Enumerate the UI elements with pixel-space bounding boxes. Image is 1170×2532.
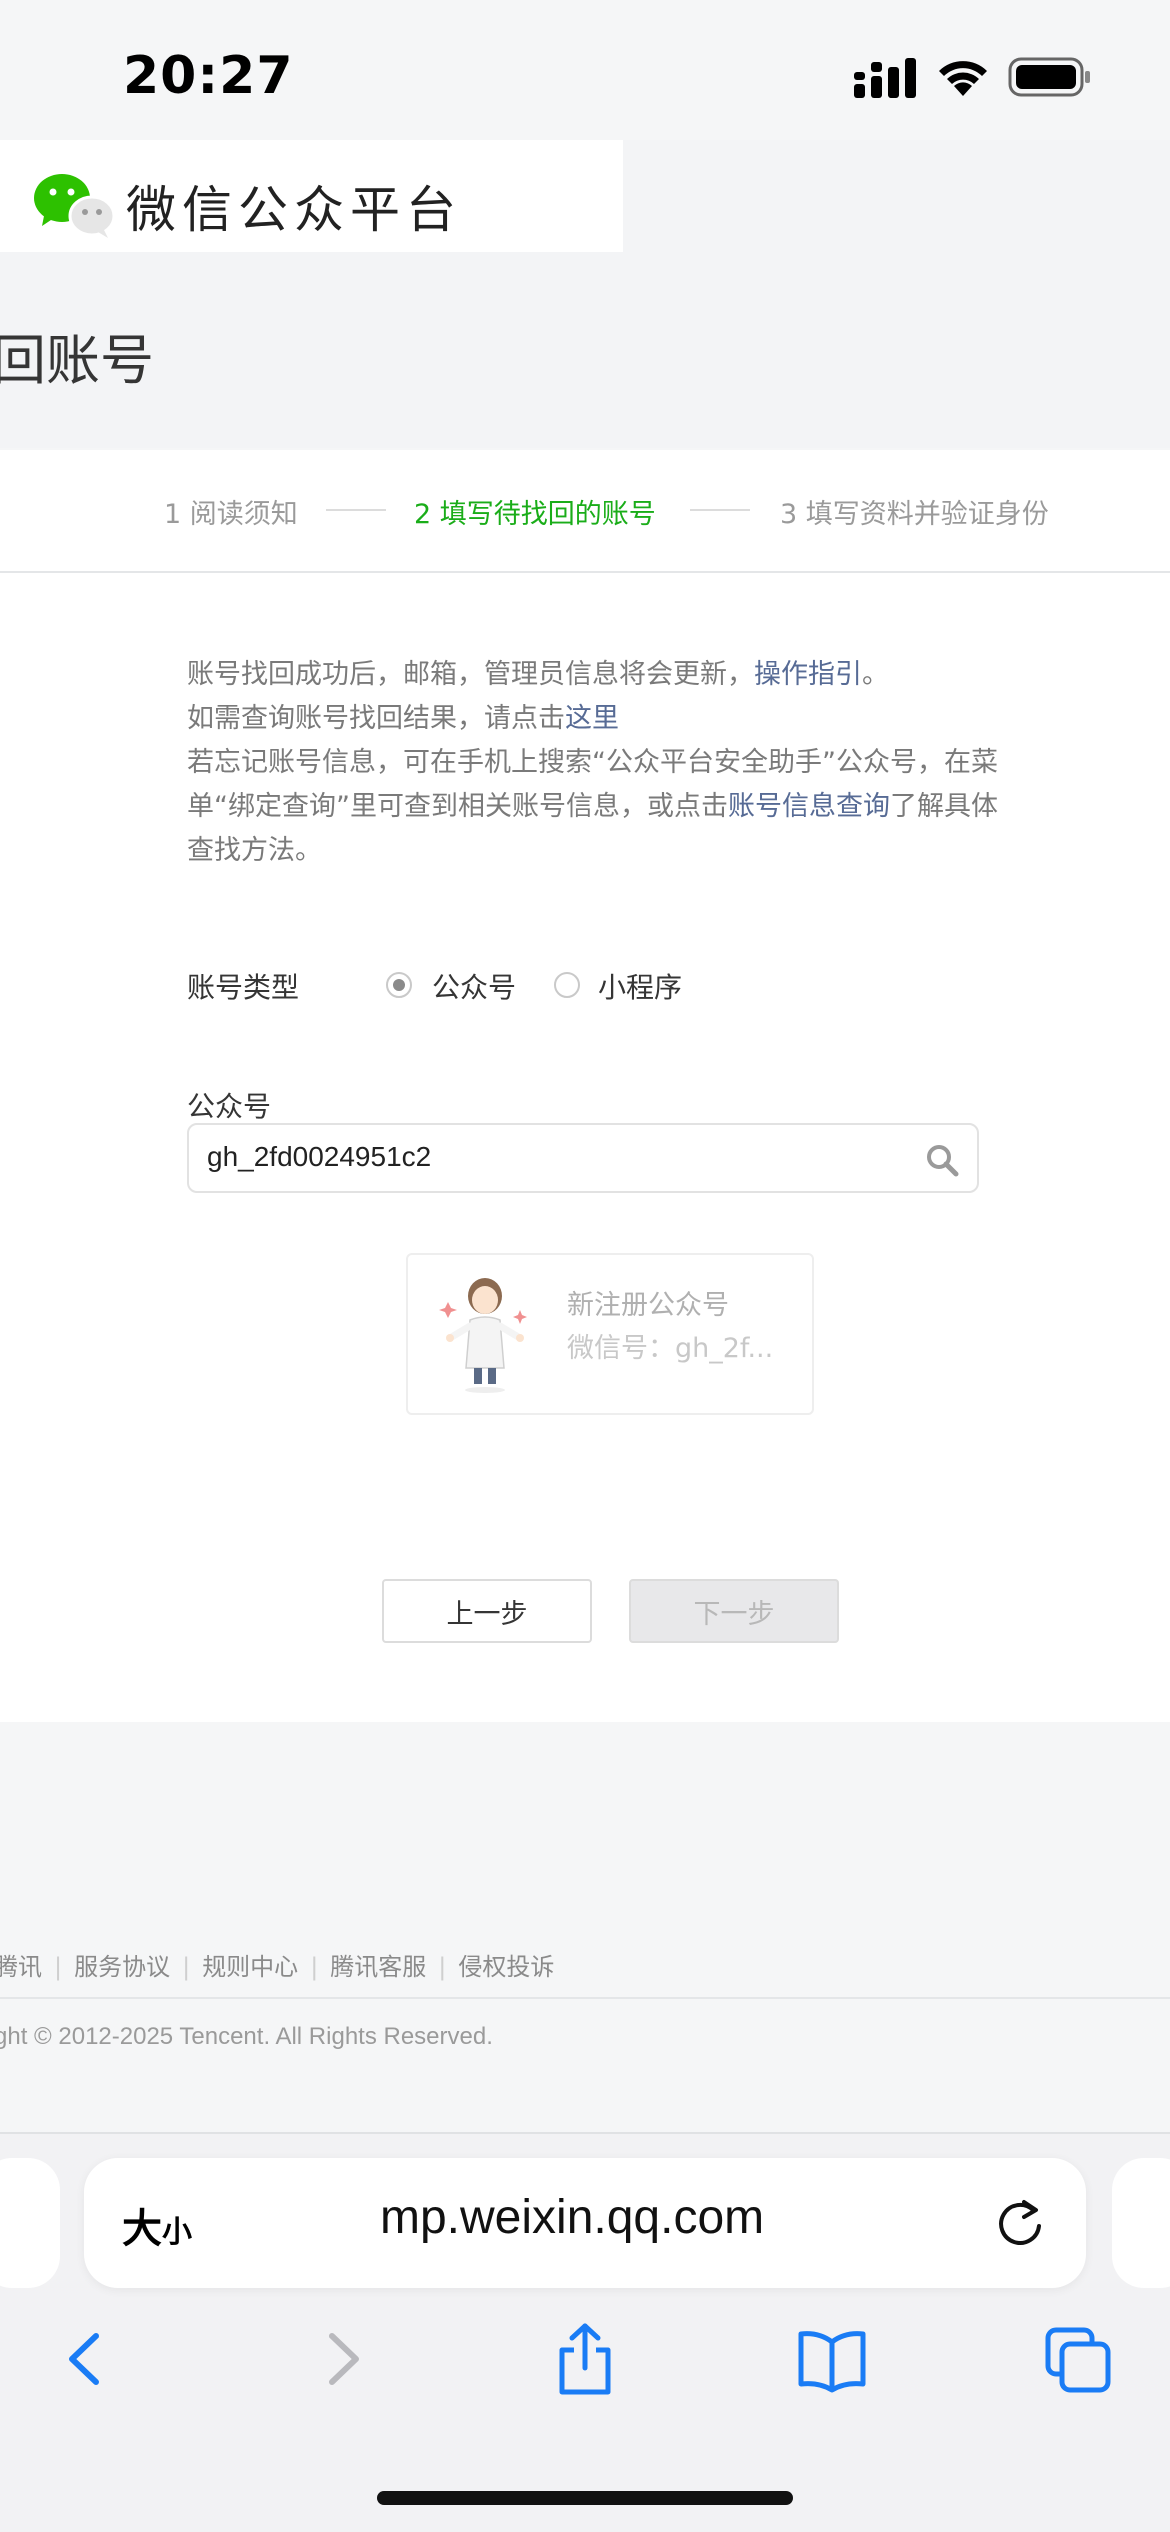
notice-line-3: 若忘记账号信息，可在手机上搜索“公众平台安全助手”公众号，在菜单“绑定查询”里可… xyxy=(187,741,1017,873)
avatar xyxy=(439,1278,527,1393)
text-size-small-glyph: 小 xyxy=(162,2215,192,2250)
radio-official-account[interactable] xyxy=(386,972,412,998)
reload-icon[interactable] xyxy=(993,2196,1047,2250)
battery-icon xyxy=(1008,57,1090,97)
page-title: 回账号 xyxy=(0,329,154,392)
radio-selected-dot xyxy=(393,979,405,991)
step-connector xyxy=(326,509,386,511)
site-title[interactable]: 微信公众平台 xyxy=(126,170,462,242)
footer-link-customer-service[interactable]: 腾讯客服 xyxy=(330,1953,426,1981)
notice-text: 如需查询账号找回结果，请点击 xyxy=(187,703,565,734)
notice-line-2: 如需查询账号找回结果，请点击这里 xyxy=(187,697,619,741)
main-card xyxy=(0,450,1170,1722)
copyright: ght © 2012-2025 Tencent. All Rights Rese… xyxy=(0,2023,493,2050)
notice-text: 账号找回成功后，邮箱，管理员信息将会更新， xyxy=(187,659,754,690)
radio-official-account-label[interactable]: 公众号 xyxy=(432,966,516,1006)
footer-link-rules-center[interactable]: 规则中心 xyxy=(202,1953,298,1981)
text-size-button[interactable]: 大小 xyxy=(122,2196,192,2254)
share-icon[interactable] xyxy=(550,2322,620,2396)
footer-links: 腾讯 | 服务协议 | 规则中心 | 腾讯客服 | 侵权投诉 xyxy=(0,1947,554,1982)
previous-tab-preview[interactable] xyxy=(0,2158,60,2288)
forward-icon[interactable] xyxy=(306,2322,376,2396)
footer-link-service-agreement[interactable]: 服务协议 xyxy=(74,1953,170,1981)
step-verify-identity: 3 填写资料并验证身份 xyxy=(780,499,1049,530)
next-step-button[interactable]: 下一步 xyxy=(629,1579,839,1643)
search-icon[interactable] xyxy=(925,1143,959,1177)
tabs-icon[interactable] xyxy=(1044,2322,1114,2396)
next-tab-preview[interactable] xyxy=(1112,2158,1170,2288)
wifi-icon xyxy=(939,61,987,96)
steps-divider xyxy=(0,571,1170,573)
text-size-big-glyph: 大 xyxy=(122,2206,162,2252)
result-wechat-id: 微信号：gh_2f... xyxy=(567,1333,774,1364)
check-result-link[interactable]: 这里 xyxy=(565,703,619,734)
home-indicator xyxy=(377,2491,793,2505)
account-search-value[interactable]: gh_2fd0024951c2 xyxy=(207,1141,431,1173)
step-read-notice: 1 阅读须知 xyxy=(164,499,298,530)
notice-text: 。 xyxy=(862,659,889,690)
radio-mini-program-label[interactable]: 小程序 xyxy=(598,966,682,1006)
account-info-query-link[interactable]: 账号信息查询 xyxy=(728,791,890,822)
wechat-logo-icon[interactable] xyxy=(32,170,116,240)
step-connector xyxy=(690,509,750,511)
radio-mini-program[interactable] xyxy=(554,972,580,998)
footer-link-tencent[interactable]: 腾讯 xyxy=(0,1953,42,1981)
status-time: 20:27 xyxy=(123,46,294,106)
result-account-name: 新注册公众号 xyxy=(567,1290,729,1321)
back-icon[interactable] xyxy=(52,2322,122,2396)
address-url[interactable]: mp.weixin.qq.com xyxy=(380,2190,764,2245)
bookmarks-icon[interactable] xyxy=(797,2322,867,2396)
cellular-signal-icon xyxy=(854,58,916,98)
footer-link-infringement[interactable]: 侵权投诉 xyxy=(458,1953,554,1981)
account-field-label: 公众号 xyxy=(187,1090,272,1123)
notice-line-1: 账号找回成功后，邮箱，管理员信息将会更新，操作指引。 xyxy=(187,653,889,697)
footer-divider xyxy=(0,1997,1170,1999)
step-fill-account: 2 填写待找回的账号 xyxy=(414,499,656,530)
operation-guide-link[interactable]: 操作指引 xyxy=(754,659,862,690)
prev-step-button[interactable]: 上一步 xyxy=(382,1579,592,1643)
account-type-label: 账号类型 xyxy=(187,971,300,1004)
